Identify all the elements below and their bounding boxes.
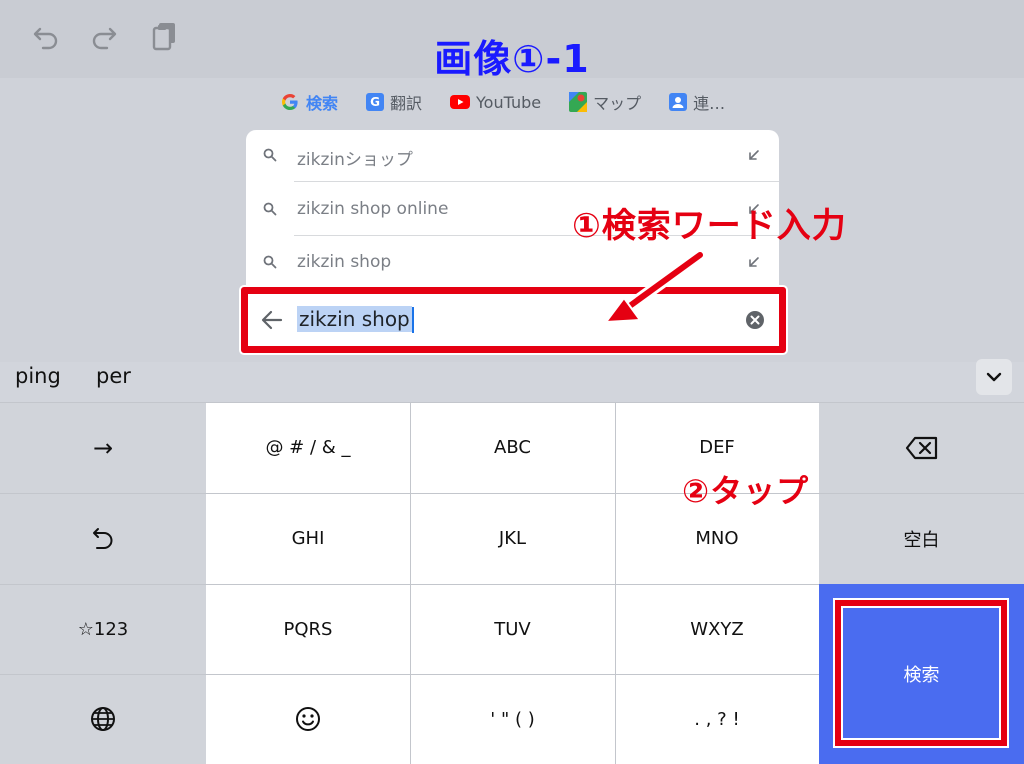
backspace-icon	[905, 436, 937, 459]
chevron-down-icon	[986, 372, 1002, 382]
globe-icon	[91, 707, 115, 731]
divider	[0, 402, 1024, 403]
symbols-key[interactable]: @ # / & _	[206, 402, 410, 493]
key-label: ☆123	[77, 618, 129, 640]
pqrs-key[interactable]: PQRS	[206, 584, 410, 674]
key-label: PQRS	[283, 618, 333, 640]
prediction-bar: ping per	[0, 356, 1024, 402]
quotes-key[interactable]: ' " ( )	[410, 674, 615, 764]
language-key[interactable]	[0, 674, 206, 764]
divider	[0, 493, 1024, 494]
space-key[interactable]: 空白	[819, 493, 1024, 584]
key-label: MNO	[695, 528, 739, 549]
key-label: JKL	[498, 528, 527, 549]
undo-key-icon	[93, 527, 113, 549]
key-label: . , ? !	[694, 708, 740, 730]
ghi-key[interactable]: GHI	[206, 493, 410, 584]
undo-key[interactable]	[0, 493, 206, 584]
annotation-step2: ②タップ	[682, 472, 810, 510]
collapse-keyboard-button[interactable]	[976, 359, 1012, 395]
divider	[615, 402, 616, 764]
key-label: @ # / & _	[265, 437, 351, 458]
key-label: ' " ( )	[490, 708, 535, 730]
key-label: 空白	[903, 529, 940, 551]
prediction-word[interactable]: ping	[15, 364, 61, 388]
numbers-key[interactable]: ☆123	[0, 584, 206, 674]
abc-key[interactable]: ABC	[410, 402, 615, 493]
punctuation-key[interactable]: . , ? !	[615, 674, 819, 764]
annotation-arrow-1	[603, 249, 706, 324]
key-label: GHI	[291, 528, 325, 549]
jkl-key[interactable]: JKL	[410, 493, 615, 584]
smiley-icon	[296, 707, 320, 731]
key-label: DEF	[699, 437, 735, 458]
key-label: ABC	[494, 437, 531, 458]
key-label: 検索	[903, 665, 940, 686]
wxyz-key[interactable]: WXYZ	[615, 584, 819, 674]
divider	[410, 402, 411, 764]
backspace-key[interactable]	[819, 402, 1024, 493]
tuv-key[interactable]: TUV	[410, 584, 615, 674]
keyboard: → @ # / & _ ABC DEF GHI JKL MNO 空白 ☆123 …	[0, 402, 1024, 764]
search-key[interactable]: 検索	[819, 584, 1024, 764]
key-label: TUV	[494, 618, 531, 640]
cursor-right-key[interactable]: →	[0, 402, 206, 493]
key-label: WXYZ	[690, 618, 744, 640]
key-label: →	[92, 433, 114, 462]
prediction-word[interactable]: per	[96, 364, 131, 388]
emoji-key[interactable]	[206, 674, 410, 764]
